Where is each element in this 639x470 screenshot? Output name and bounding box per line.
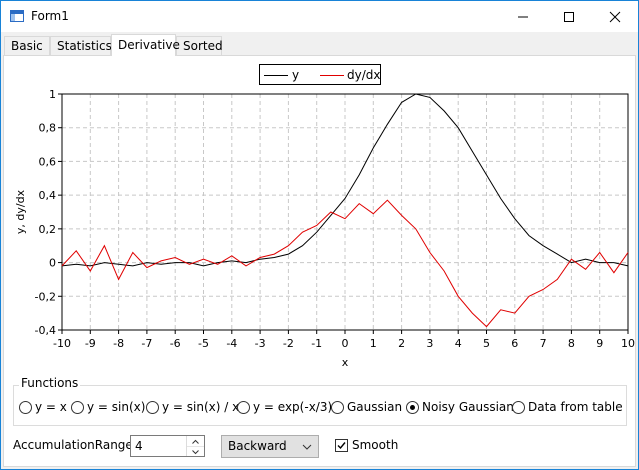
legend-dydx-line (320, 75, 344, 76)
radio-label: y = exp(-x/3) (253, 400, 333, 414)
y-axis-title: y, dy/dx (14, 189, 27, 234)
radio-label: Gaussian (347, 400, 403, 414)
direction-value: Backward (228, 439, 287, 453)
x-tick-label: 7 (540, 337, 547, 350)
direction-dropdown[interactable]: Backward (221, 435, 319, 458)
radio-circle[interactable] (512, 401, 525, 414)
legend-y-label: y (292, 68, 300, 82)
radio-label: y = sin(x) (87, 400, 146, 414)
x-axis-title: x (342, 356, 349, 369)
x-tick-label: -10 (53, 337, 71, 350)
x-tick-label: 8 (568, 337, 575, 350)
chart-legend: y dy/dx (259, 64, 381, 85)
main-window: Form1 Basic Statistics Derivative Sorted… (0, 0, 639, 470)
y-tick-label: 0 (49, 257, 56, 270)
radio-circle[interactable] (19, 401, 32, 414)
accumulation-range-value[interactable]: 4 (135, 439, 143, 453)
radio-label: Data from table (528, 400, 623, 414)
x-tick-label: 9 (596, 337, 603, 350)
smooth-checkbox[interactable] (335, 439, 348, 452)
x-tick-label: -4 (226, 337, 237, 350)
radio-label: Noisy Gaussian (422, 400, 514, 414)
radio-label: y = x (35, 400, 67, 414)
spinner-down-button[interactable] (187, 446, 204, 456)
x-tick-label: 1 (370, 337, 377, 350)
x-tick-label: 5 (483, 337, 490, 350)
x-tick-label: -3 (255, 337, 266, 350)
x-tick-label: 3 (426, 337, 433, 350)
x-tick-label: 6 (511, 337, 518, 350)
radio-circle[interactable] (71, 401, 84, 414)
x-tick-label: 4 (455, 337, 462, 350)
chevron-down-icon (192, 450, 199, 455)
y-tick-label: 0,6 (39, 155, 57, 168)
radio-circle[interactable] (146, 401, 159, 414)
y-tick-label: 0,2 (39, 223, 57, 236)
derivative-chart[interactable]: -10 -9 -8 -7 -6 -5 -4 -3 -2 -1 0 1 2 3 4 5 6 7 8 9 10-0,4-0,… (1, 1, 638, 373)
y-tick-label: 1 (49, 88, 56, 101)
radio-circle[interactable] (331, 401, 344, 414)
smooth-label: Smooth (352, 438, 399, 452)
radio-circle-selected[interactable] (406, 401, 419, 414)
y-tick-label: -0,4 (35, 324, 56, 337)
x-tick-label: -1 (311, 337, 322, 350)
functions-group-title: Functions (19, 376, 81, 390)
x-tick-label: -8 (113, 337, 124, 350)
spinner-buttons (186, 436, 204, 456)
x-tick-label: 0 (342, 337, 349, 350)
x-tick-label: 2 (398, 337, 405, 350)
radio-circle[interactable] (237, 401, 250, 414)
y-tick-label: 0,4 (39, 189, 57, 202)
radio-label: y = sin(x) / x (162, 400, 240, 414)
legend-dydx-label: dy/dx (347, 68, 381, 82)
y-tick-label: -0,2 (35, 290, 56, 303)
x-tick-label: 10 (621, 337, 635, 350)
x-tick-label: -5 (198, 337, 209, 350)
tab-derivative[interactable]: Derivative (111, 34, 180, 56)
x-tick-label: -2 (283, 337, 294, 350)
chevron-down-icon (302, 444, 312, 450)
x-tick-label: -7 (141, 337, 152, 350)
legend-y-line (264, 75, 288, 76)
x-tick-label: -9 (85, 337, 96, 350)
accumulation-range-label: AccumulationRange (13, 438, 133, 452)
tab-label: Derivative (118, 38, 180, 52)
checkmark-icon (337, 442, 346, 450)
x-tick-label: -6 (170, 337, 181, 350)
accumulation-range-spinner[interactable]: 4 (130, 435, 205, 457)
y-tick-label: 0,8 (39, 122, 57, 135)
